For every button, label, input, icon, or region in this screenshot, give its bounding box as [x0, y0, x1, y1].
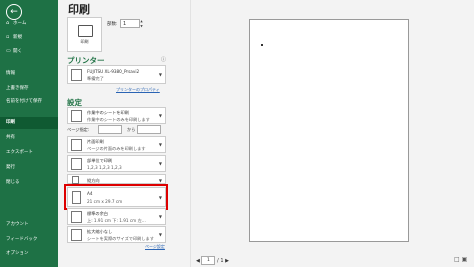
- pages-from-input[interactable]: [98, 125, 122, 134]
- orientation-dropdown[interactable]: 縦方向 ▼: [67, 174, 166, 184]
- new-file-icon: ▫: [6, 34, 10, 40]
- sheet-icon: [71, 110, 82, 122]
- sidebar-item-home[interactable]: ⌂ ホーム: [0, 17, 58, 29]
- info-icon[interactable]: ⓘ: [161, 56, 166, 63]
- pages-label: ページ指定:: [67, 127, 90, 132]
- margins-dropdown[interactable]: 標準の余白 上: 1.91 cm 下: 1.91 cm 左... ▼: [67, 208, 166, 225]
- sidebar-item-new[interactable]: ▫ 新規: [0, 31, 58, 43]
- sidebar-item-share[interactable]: 共有: [0, 132, 58, 144]
- preview-pager: ◀ 1 / 1 ▶: [196, 256, 229, 265]
- scaling-dropdown[interactable]: 拡大縮小なし シートを実際のサイズで印刷します ▼: [67, 226, 166, 243]
- scaling-icon: [71, 229, 82, 241]
- page-setup-link[interactable]: ページ設定: [145, 244, 165, 250]
- collate-icon: [71, 158, 82, 170]
- backstage-sidebar: ← ⌂ ホーム ▫ 新規 ▭ 開く 情報 上書き保存 名前を付けて保存 印刷 共有 エ…: [0, 0, 58, 267]
- collate-dropdown[interactable]: 部単位で印刷 1,2,3 1,2,3 1,2,3 ▼: [67, 155, 166, 172]
- printer-icon: [78, 25, 93, 37]
- chevron-down-icon: ▼: [158, 177, 162, 183]
- copies-label: 部数:: [107, 22, 118, 27]
- sidebar-item-save[interactable]: 上書き保存: [0, 83, 58, 95]
- sidebar-item-save-as[interactable]: 名前を付けて保存: [0, 98, 58, 112]
- next-page-icon[interactable]: ▶: [225, 258, 229, 264]
- sidebar-item-publish[interactable]: 発行: [0, 162, 58, 174]
- zoom-to-page-icon[interactable]: ▣: [462, 256, 468, 263]
- chevron-down-icon: ▼: [158, 161, 162, 166]
- sidebar-item-info[interactable]: 情報: [0, 68, 58, 80]
- prev-page-icon[interactable]: ◀: [196, 258, 200, 264]
- print-preview-page: [249, 19, 409, 242]
- pane-divider: [190, 0, 191, 267]
- paper-size-highlight: [64, 184, 168, 210]
- printer-properties-link[interactable]: プリンターのプロパティ: [116, 87, 160, 93]
- home-icon: ⌂: [6, 20, 10, 26]
- chevron-down-icon: ▼: [158, 214, 162, 219]
- sidebar-item-options[interactable]: オプション: [0, 248, 58, 260]
- sidebar-item-feedback[interactable]: フィードバック: [0, 234, 58, 246]
- preview-view-controls: □ ▣: [454, 256, 467, 263]
- printer-dropdown[interactable]: FUJITSU XL-9380_Prsavi2 準備完了 ▼: [67, 65, 166, 84]
- sides-dropdown[interactable]: 片面印刷 ページの片面のみを印刷します ▼: [67, 136, 166, 153]
- one-sided-icon: [71, 139, 82, 151]
- pages-to-input[interactable]: [137, 125, 161, 134]
- current-page-input[interactable]: 1: [201, 256, 216, 265]
- pages-to-label: から: [127, 127, 136, 132]
- chevron-down-icon: ▼: [158, 142, 162, 147]
- sidebar-item-print[interactable]: 印刷: [0, 117, 58, 129]
- page-title: 印刷: [68, 3, 90, 16]
- printer-device-icon: [71, 69, 82, 81]
- preview-content-mark: [261, 44, 263, 46]
- copies-input[interactable]: 1: [120, 19, 140, 28]
- print-button[interactable]: 印刷: [67, 17, 102, 52]
- copies-spinner[interactable]: ▲ ▼: [139, 19, 144, 28]
- sidebar-item-account[interactable]: アカウント: [0, 219, 58, 231]
- sidebar-item-close[interactable]: 閉じる: [0, 177, 58, 189]
- chevron-down-icon: ▼: [158, 72, 162, 77]
- total-pages: / 1: [217, 258, 224, 264]
- chevron-down-icon: ▼: [158, 232, 162, 237]
- sidebar-item-open[interactable]: ▭ 開く: [0, 45, 58, 57]
- chevron-down-icon: ▼: [158, 113, 162, 118]
- print-scope-dropdown[interactable]: 作業中のシートを印刷 作業中のシートのみを印刷します ▼: [67, 107, 166, 124]
- portrait-icon: [72, 176, 79, 184]
- show-margins-icon[interactable]: □: [454, 256, 460, 263]
- folder-icon: ▭: [6, 48, 11, 54]
- margins-icon: [71, 211, 82, 223]
- sidebar-item-export[interactable]: エクスポート: [0, 147, 58, 159]
